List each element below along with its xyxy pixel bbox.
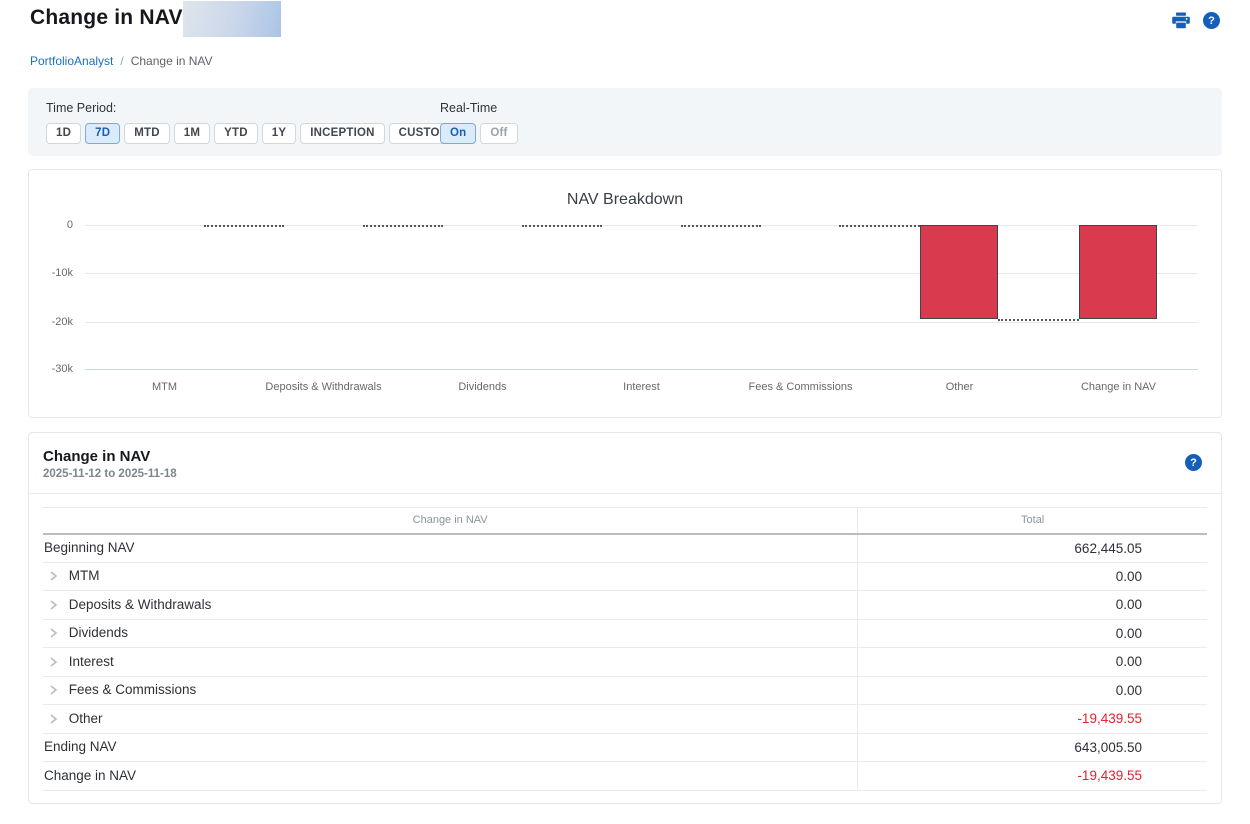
nav-breakdown-chart-card: NAV Breakdown 0 -10k -20k -30k MTM Deposits …: [28, 169, 1222, 418]
row-label: Deposits & Withdrawals: [68, 596, 212, 612]
gridline: [85, 273, 1198, 275]
waterfall-connector: [998, 318, 1080, 321]
redacted-account-blur: [183, 1, 281, 37]
divider: [29, 493, 1221, 494]
waterfall-plot-area: 0 -10k -20k -30k: [52, 219, 1198, 375]
breadcrumb-current: Change in NAV: [130, 54, 213, 68]
change-in-nav-table-card: Change in NAV 2025-11-12 to 2025-11-18 ?…: [28, 432, 1222, 804]
realtime-button-on[interactable]: On: [440, 123, 477, 144]
row-label: Fees & Commissions: [68, 682, 197, 698]
x-axis-category-label-interest: Interest: [623, 381, 660, 393]
row-label: MTM: [68, 568, 100, 584]
row-value: 0.00: [857, 647, 1207, 677]
page-title: Change in NAV: [30, 6, 183, 29]
change-in-nav-table: Change in NAV Total Beginning NAV 662,44…: [43, 507, 1207, 791]
page-header: Change in NAV ?: [0, 0, 1250, 42]
realtime-button-off[interactable]: Off: [480, 123, 518, 144]
chevron-right-icon[interactable]: [49, 655, 58, 670]
time-period-button-7d[interactable]: 7D: [85, 123, 121, 144]
x-axis-category-label-other: Other: [945, 381, 974, 393]
chevron-right-icon[interactable]: [49, 598, 58, 613]
row-label: Change in NAV: [44, 767, 137, 783]
table-row-interest: Interest 0.00: [43, 647, 1207, 677]
x-axis-category-label-dividends: Dividends: [458, 381, 507, 393]
header-icons: ?: [1172, 12, 1220, 29]
breadcrumb: PortfolioAnalyst / Change in NAV: [30, 54, 1220, 68]
table-date-range: 2025-11-12 to 2025-11-18: [43, 468, 177, 480]
row-value: 0.00: [857, 676, 1207, 705]
table-row-fees-commissions: Fees & Commissions 0.00: [43, 676, 1207, 705]
row-label: Dividends: [68, 625, 129, 641]
table-row-ending-nav: Ending NAV 643,005.50: [43, 733, 1207, 762]
y-axis-tick-label: -30k: [51, 363, 73, 375]
table-header-row: Change in NAV Total: [43, 507, 1207, 535]
table-help-icon[interactable]: ?: [1185, 454, 1202, 471]
row-value: -19,439.55: [857, 704, 1207, 734]
row-value: 0.00: [857, 619, 1207, 648]
x-axis-category-label-fees-commissions: Fees & Commissions: [748, 381, 853, 393]
x-axis-category-labels: MTM Deposits & Withdrawals Dividends Intere…: [85, 381, 1198, 393]
time-period-buttons: 1D 7D MTD 1M YTD 1Y INCEPTION CUSTOM: [46, 123, 460, 144]
y-axis-tick-label: 0: [66, 219, 73, 231]
breadcrumb-link-portfolioanalyst[interactable]: PortfolioAnalyst: [30, 54, 113, 68]
chevron-right-icon[interactable]: [49, 569, 58, 584]
row-value: 0.00: [857, 590, 1207, 620]
row-value: 643,005.50: [857, 733, 1207, 762]
realtime-toggle: On Off: [440, 123, 518, 144]
column-header-total: Total: [857, 507, 1207, 535]
waterfall-connector: [203, 225, 285, 227]
waterfall-connector: [521, 225, 603, 227]
x-axis-category-label-change-in-nav: Change in NAV: [1080, 381, 1156, 393]
row-label: Beginning NAV: [44, 540, 135, 555]
table-row-dividends: Dividends 0.00: [43, 619, 1207, 648]
time-period-button-ytd[interactable]: YTD: [214, 123, 258, 144]
chart-title: NAV Breakdown: [566, 191, 684, 208]
waterfall-connector: [680, 225, 762, 227]
chevron-right-icon[interactable]: [49, 683, 58, 698]
table-row-other: Other -19,439.55: [43, 704, 1207, 734]
time-period-button-inception[interactable]: INCEPTION: [300, 123, 385, 144]
waterfall-bar-other[interactable]: [920, 225, 999, 319]
time-period-button-mtd[interactable]: MTD: [124, 123, 170, 144]
realtime-label: Real-Time: [440, 101, 498, 115]
x-axis-line: [85, 369, 1198, 370]
waterfall-connector: [362, 225, 444, 227]
time-period-button-1d[interactable]: 1D: [46, 123, 82, 144]
table-row-deposits-withdrawals: Deposits & Withdrawals 0.00: [43, 590, 1207, 620]
help-icon[interactable]: ?: [1203, 12, 1220, 29]
table-row-change-in-nav: Change in NAV -19,439.55: [43, 761, 1207, 791]
row-value: 662,445.05: [857, 533, 1207, 563]
chevron-right-icon[interactable]: [49, 626, 58, 641]
row-value: 0.00: [857, 562, 1207, 591]
y-axis-tick-label: -10k: [51, 267, 73, 280]
x-axis-category-label-deposits-withdrawals: Deposits & Withdrawals: [265, 381, 382, 393]
table-title: Change in NAV: [43, 448, 151, 465]
column-header-change-in-nav: Change in NAV: [43, 507, 859, 535]
help-glyph: ?: [1190, 456, 1197, 469]
row-label: Other: [68, 710, 103, 726]
y-axis-tick-label: -20k: [51, 315, 73, 328]
breadcrumb-separator: /: [120, 54, 124, 68]
table-row-beginning-nav: Beginning NAV 662,445.05: [43, 533, 1207, 563]
time-period-button-1m[interactable]: 1M: [173, 123, 211, 144]
row-value: -19,439.55: [857, 761, 1207, 791]
realtime-group: Real-Time On Off: [440, 101, 518, 144]
time-period-button-1y[interactable]: 1Y: [261, 123, 297, 144]
row-label: Interest: [68, 653, 114, 669]
chevron-right-icon[interactable]: [49, 712, 58, 727]
filter-bar: Time Period: 1D 7D MTD 1M YTD 1Y INCEPTION CUST…: [28, 88, 1222, 156]
table-row-mtm: MTM 0.00: [43, 562, 1207, 591]
x-axis-category-label-mtm: MTM: [151, 381, 178, 393]
time-period-group: Time Period: 1D 7D MTD 1M YTD 1Y INCEPTION CUST…: [46, 101, 460, 144]
help-glyph: ?: [1208, 14, 1215, 27]
print-icon[interactable]: [1172, 12, 1190, 29]
waterfall-bar-change-in-nav[interactable]: [1079, 225, 1158, 319]
row-label: Ending NAV: [44, 739, 117, 755]
gridline: [85, 321, 1198, 323]
time-period-label: Time Period:: [46, 101, 117, 115]
waterfall-connector: [839, 225, 921, 227]
